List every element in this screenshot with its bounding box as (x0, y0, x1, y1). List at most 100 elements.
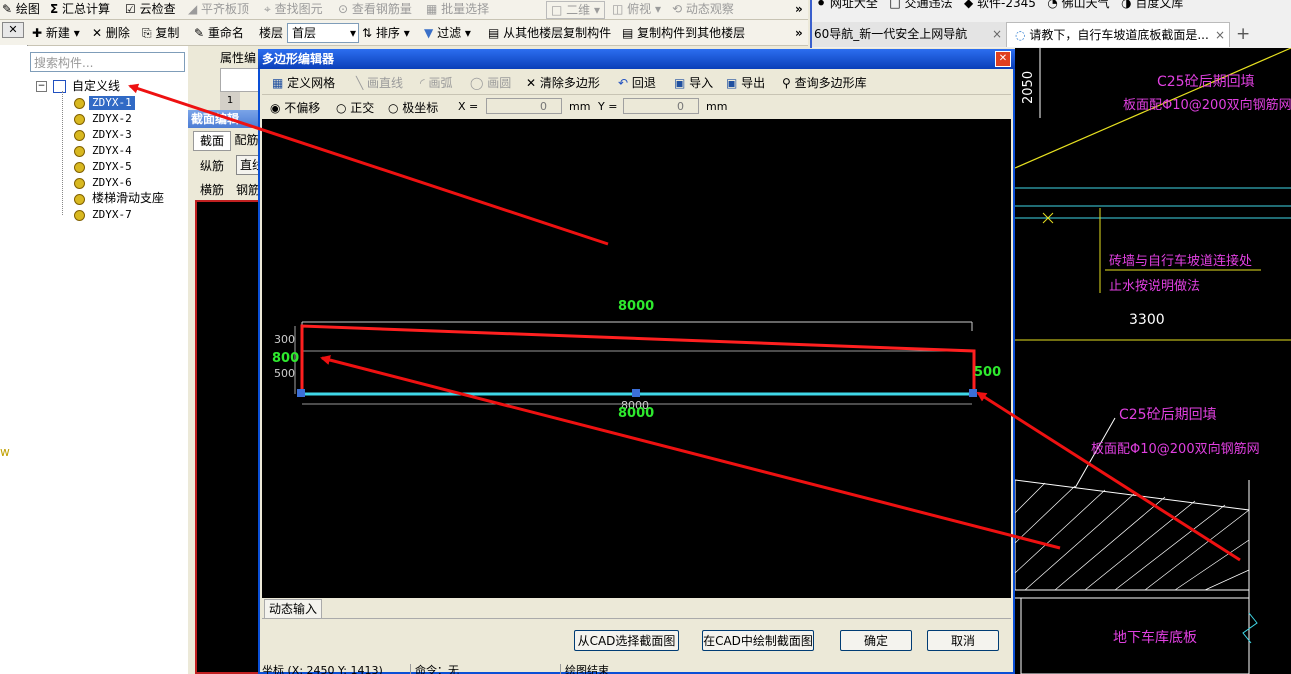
cad-drawing-area[interactable]: 2050 C25砼后期回填 板面配Φ10@200双向钢筋网 砖墙与自行车坡道连接… (1015, 48, 1291, 674)
main-toolbar: ✎ 绘图 Σ 汇总计算 ☑ 云检查 ◢ 平齐板顶 ⌖ 查找图元 ⊙ 查看钢筋量 … (0, 0, 808, 20)
draw-button[interactable]: ✎ 绘图 (2, 0, 40, 18)
cad-text: C25砼后期回填 (1157, 74, 1255, 90)
tab-close-icon[interactable]: × (992, 22, 1002, 47)
x-coordinate-input[interactable]: 0 (486, 98, 562, 114)
ok-button[interactable]: 确定 (840, 630, 912, 651)
browser-tab-active[interactable]: ◌ 请教下，自行车坡道底板截面是... × (1006, 22, 1230, 47)
tree-item[interactable]: ZDYX-7 (92, 208, 132, 222)
view-mode-combo[interactable]: □ 二维 ▾ (546, 1, 606, 19)
new-tab-button[interactable]: + (1236, 22, 1256, 47)
left-dock (0, 45, 28, 674)
rebar-label: 钢筋 (236, 183, 261, 197)
component-gear-icon (74, 98, 85, 109)
dimension-right: 500 (974, 365, 1002, 380)
section-preview-canvas[interactable] (195, 200, 260, 674)
cad-dim-2050: 2050 (1021, 70, 1036, 104)
tree-item[interactable]: ZDYX-2 (92, 112, 132, 126)
toolbar2-overflow-icon[interactable]: » (795, 24, 803, 42)
component-gear-icon (74, 162, 85, 173)
tree-item[interactable]: ZDYX-1 (89, 96, 135, 110)
clear-polygon-button[interactable]: ✕ 清除多边形 (526, 74, 600, 91)
copy-to-floor-button[interactable]: ▤ 复制构件到其他楼层 (622, 24, 745, 42)
cloud-check-button[interactable]: ☑ 云检查 (125, 0, 176, 18)
sum-button[interactable]: Σ 汇总计算 (50, 0, 110, 18)
view-rebar-button[interactable]: ⊙ 查看钢筋量 (338, 0, 412, 18)
tree-item[interactable]: ZDYX-6 (92, 176, 132, 190)
find-element-button[interactable]: ⌖ 查找图元 (264, 0, 323, 18)
polygon-canvas[interactable]: 8000 800 300 500 500 8000 8000 (262, 119, 1011, 598)
cad-text: 砖墙与自行车坡道连接处 (1109, 254, 1253, 269)
magnifier-icon: ⚲ (782, 76, 791, 90)
query-polygon-lib-button[interactable]: ⚲ 查询多边形库 (782, 74, 867, 91)
browser-tab[interactable]: 60导航_新一代安全上网导航 × (812, 22, 1006, 47)
tab-section[interactable]: 截面 (193, 131, 231, 151)
fav-link[interactable]: ◑ 百度文库 (1121, 0, 1183, 10)
cancel-button[interactable]: 取消 (927, 630, 999, 651)
component-search-input[interactable]: 搜索构件... (30, 52, 185, 72)
dialog-close-button[interactable]: ✕ (995, 51, 1011, 67)
tree-guide-line (62, 91, 64, 215)
draw-line-button[interactable]: ╲ 画直线 (356, 74, 403, 91)
batch-select-button[interactable]: ▦ 批量选择 (426, 0, 489, 18)
cad-text: C25砼后期回填 (1119, 407, 1217, 423)
clear-x-icon: ✕ (526, 76, 537, 90)
fav-link[interactable]: ◆ 软件-2345 (964, 0, 1036, 10)
fav-link[interactable]: □ 交通违法 (889, 0, 952, 10)
tab-rebar[interactable]: 配筋 (233, 131, 260, 149)
delete-button[interactable]: ✕ 删除 (92, 24, 130, 42)
dialog-titlebar: 多边形编辑器 ✕ (258, 49, 1015, 69)
new-button[interactable]: ✚ 新建 ▾ (32, 24, 80, 42)
dialog-toolbar: ▦ 定义网格 ╲ 画直线 ◜ 画弧 ◯ 画圆 ✕ 清除多边形 ↶ 回退 ▣ 导入… (262, 70, 1011, 95)
dynamic-observe-button[interactable]: ⟲ 动态观察 (672, 0, 734, 18)
y-coordinate-input[interactable]: 0 (623, 98, 699, 114)
dimension-left: 800 (272, 351, 300, 366)
component-gear-icon (74, 114, 85, 125)
draw-arc-button[interactable]: ◜ 画弧 (420, 74, 452, 91)
cad-text: 板面配Φ10@200双向钢筋网 (1123, 98, 1291, 113)
tree-item[interactable]: ZDYX-3 (92, 128, 132, 142)
tree-item[interactable]: 楼梯滑动支座 (92, 191, 164, 205)
flat-slab-button[interactable]: ◢ 平齐板顶 (188, 0, 249, 18)
tree-item[interactable]: ZDYX-4 (92, 144, 132, 158)
select-section-from-cad-button[interactable]: 从CAD选择截面图 (574, 630, 679, 651)
dynamic-input-tab[interactable]: 动态输入 (264, 599, 323, 618)
polar-radio[interactable]: ○ 极坐标 (388, 99, 438, 116)
dialog-title: 多边形编辑器 (262, 52, 335, 66)
cad-text: 地下车库底板 (1113, 630, 1197, 646)
draw-circle-button[interactable]: ◯ 画圆 (470, 74, 511, 91)
tab-close-icon[interactable]: × (1215, 23, 1225, 48)
import-button[interactable]: ▣ 导入 (674, 74, 713, 91)
attr-tab[interactable]: 属性编 (220, 49, 260, 65)
define-grid-button[interactable]: ▦ 定义网格 (272, 74, 335, 91)
fav-link[interactable]: ⚫ 网址大全 (816, 0, 878, 10)
fav-link[interactable]: ◔ 佛山天气 (1047, 0, 1109, 10)
toolbar-overflow-icon[interactable]: » (795, 0, 803, 18)
orthogonal-radio[interactable]: ○ 正交 (336, 99, 374, 116)
dialog-options-bar: ◉ 不偏移 ○ 正交 ○ 极坐标 X = 0 mm Y = 0 mm (262, 95, 1011, 119)
rename-button[interactable]: ✎ 重命名 (194, 24, 244, 42)
undo-button[interactable]: ↶ 回退 (618, 74, 656, 91)
sort-button[interactable]: ⇅ 排序 ▾ (362, 24, 410, 42)
export-button[interactable]: ▣ 导出 (726, 74, 765, 91)
draw-section-in-cad-button[interactable]: 在CAD中绘制截面图 (702, 630, 814, 651)
dimension-bottom: 8000 (618, 406, 655, 421)
x-unit-label: mm (569, 100, 591, 113)
tree-item[interactable]: ZDYX-5 (92, 160, 132, 174)
export-icon: ▣ (726, 76, 738, 90)
close-pane-button[interactable]: ✕ (2, 22, 24, 38)
no-offset-radio[interactable]: ◉ 不偏移 (270, 99, 320, 116)
cad-text: 止水按说明做法 (1109, 279, 1201, 294)
floor-select[interactable]: 首层 ▾ (287, 23, 359, 43)
tree-root-custom-line[interactable]: 自定义线 (72, 79, 120, 93)
transverse-rebar-label: 横筋 (200, 183, 225, 197)
copy-from-floor-button[interactable]: ▤ 从其他楼层复制构件 (488, 24, 611, 42)
top-view-button[interactable]: ◫ 俯视 ▾ (612, 0, 661, 18)
tree-collapse-icon[interactable]: − (36, 81, 47, 92)
copy-button[interactable]: ⎘ 复制 (142, 24, 179, 42)
dimension-top: 8000 (618, 299, 655, 314)
filter-button[interactable]: ▼ 过滤 ▾ (424, 24, 471, 42)
longitudinal-rebar-label: 纵筋 (200, 159, 225, 173)
grid-icon: ▦ (272, 76, 284, 90)
attr-grid-header (220, 68, 262, 92)
dimension-left-top: 300 (274, 333, 295, 346)
